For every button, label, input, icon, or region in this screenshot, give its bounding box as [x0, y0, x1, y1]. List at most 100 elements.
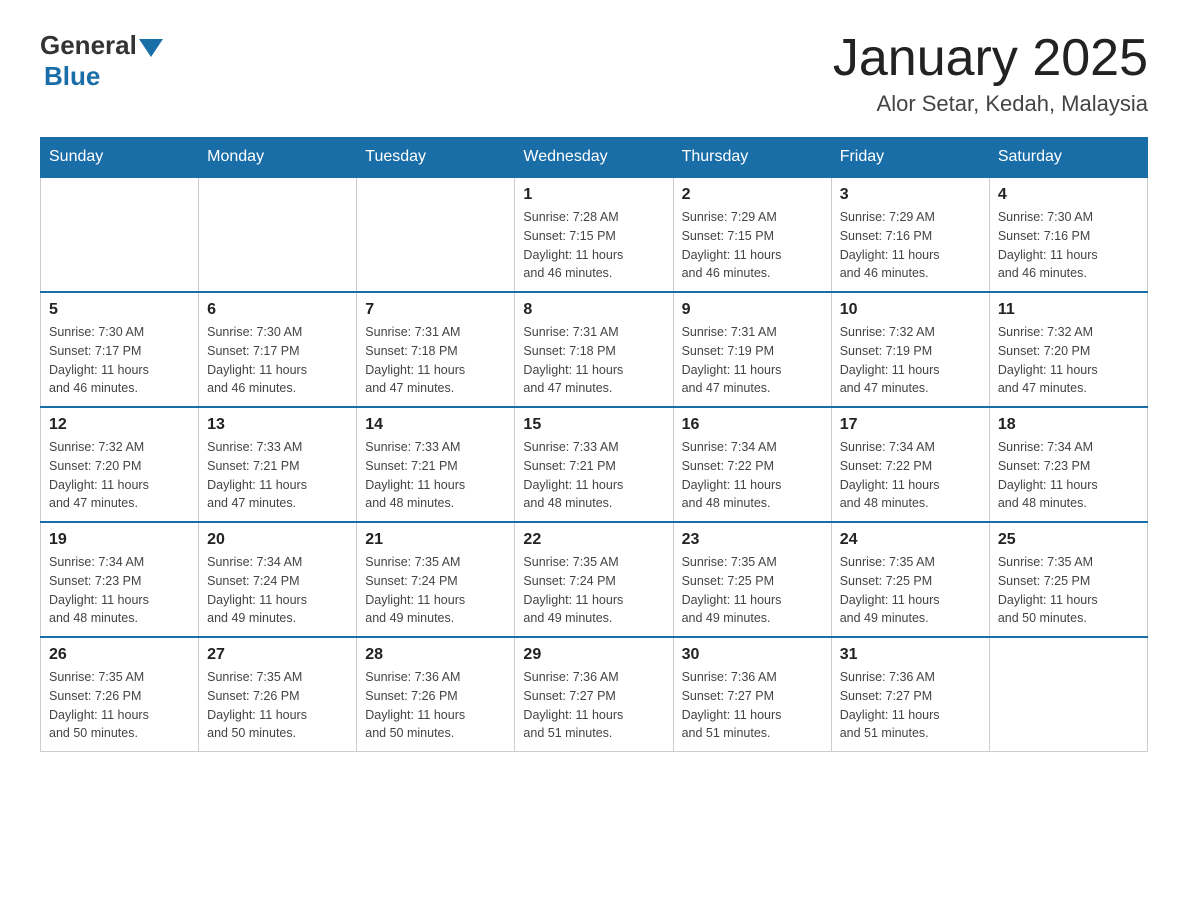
calendar-cell: 10 Sunrise: 7:32 AM Sunset: 7:19 PM Dayli… — [831, 292, 989, 407]
day-info: Sunrise: 7:35 AM Sunset: 7:26 PM Dayligh… — [49, 668, 190, 743]
day-info: Sunrise: 7:32 AM Sunset: 7:19 PM Dayligh… — [840, 323, 981, 398]
calendar-cell: 18Sunrise: 7:34 AM Sunset: 7:23 PM Dayli… — [989, 407, 1147, 522]
day-info: Sunrise: 7:35 AM Sunset: 7:25 PM Dayligh… — [840, 553, 981, 628]
calendar-cell: 28 Sunrise: 7:36 AM Sunset: 7:26 PM Dayli… — [357, 637, 515, 752]
calendar-cell: 22 Sunrise: 7:35 AM Sunset: 7:24 PM Dayli… — [515, 522, 673, 637]
calendar-cell: 5Sunrise: 7:30 AM Sunset: 7:17 PM Daylig… — [41, 292, 199, 407]
calendar-cell: 1 Sunrise: 7:28 AM Sunset: 7:15 PM Daylig… — [515, 177, 673, 292]
location-text: Alor Setar, Kedah, Malaysia — [833, 91, 1148, 117]
day-info: Sunrise: 7:36 AM Sunset: 7:26 PM Dayligh… — [365, 668, 506, 743]
day-number: 15 — [523, 416, 664, 434]
calendar-cell: 3Sunrise: 7:29 AM Sunset: 7:16 PM Daylig… — [831, 177, 989, 292]
calendar-cell: 19Sunrise: 7:34 AM Sunset: 7:23 PM Dayli… — [41, 522, 199, 637]
day-info: Sunrise: 7:31 AM Sunset: 7:18 PM Dayligh… — [523, 323, 664, 398]
calendar-table: SundayMondayTuesdayWednesdayThursdayFrid… — [40, 137, 1148, 752]
calendar-cell — [41, 177, 199, 292]
logo-blue-text: Blue — [44, 61, 100, 92]
weekday-header-sunday: Sunday — [41, 138, 199, 178]
calendar-cell: 14Sunrise: 7:33 AM Sunset: 7:21 PM Dayli… — [357, 407, 515, 522]
calendar-cell: 9 Sunrise: 7:31 AM Sunset: 7:19 PM Daylig… — [673, 292, 831, 407]
day-number: 7 — [365, 301, 506, 319]
calendar-cell — [199, 177, 357, 292]
day-info: Sunrise: 7:33 AM Sunset: 7:21 PM Dayligh… — [523, 438, 664, 513]
calendar-cell: 6 Sunrise: 7:30 AM Sunset: 7:17 PM Daylig… — [199, 292, 357, 407]
day-info: Sunrise: 7:33 AM Sunset: 7:21 PM Dayligh… — [207, 438, 348, 513]
day-info: Sunrise: 7:29 AM Sunset: 7:15 PM Dayligh… — [682, 208, 823, 283]
calendar-cell: 15 Sunrise: 7:33 AM Sunset: 7:21 PM Dayli… — [515, 407, 673, 522]
day-info: Sunrise: 7:34 AM Sunset: 7:24 PM Dayligh… — [207, 553, 348, 628]
day-info: Sunrise: 7:35 AM Sunset: 7:24 PM Dayligh… — [365, 553, 506, 628]
page-header: General Blue January 2025 Alor Setar, Ke… — [40, 30, 1148, 117]
day-number: 22 — [523, 531, 664, 549]
calendar-cell: 20Sunrise: 7:34 AM Sunset: 7:24 PM Dayli… — [199, 522, 357, 637]
month-title: January 2025 — [833, 30, 1148, 87]
day-info: Sunrise: 7:35 AM Sunset: 7:24 PM Dayligh… — [523, 553, 664, 628]
day-info: Sunrise: 7:29 AM Sunset: 7:16 PM Dayligh… — [840, 208, 981, 283]
day-number: 8 — [523, 301, 664, 319]
weekday-header-row: SundayMondayTuesdayWednesdayThursdayFrid… — [41, 138, 1148, 178]
logo-general-text: General — [40, 30, 137, 61]
calendar-cell: 8 Sunrise: 7:31 AM Sunset: 7:18 PM Daylig… — [515, 292, 673, 407]
weekday-header-wednesday: Wednesday — [515, 138, 673, 178]
day-number: 10 — [840, 301, 981, 319]
calendar-cell: 11Sunrise: 7:32 AM Sunset: 7:20 PM Dayli… — [989, 292, 1147, 407]
calendar-cell: 31Sunrise: 7:36 AM Sunset: 7:27 PM Dayli… — [831, 637, 989, 752]
day-info: Sunrise: 7:34 AM Sunset: 7:22 PM Dayligh… — [682, 438, 823, 513]
day-number: 28 — [365, 646, 506, 664]
day-number: 18 — [998, 416, 1139, 434]
day-info: Sunrise: 7:35 AM Sunset: 7:26 PM Dayligh… — [207, 668, 348, 743]
calendar-cell: 2 Sunrise: 7:29 AM Sunset: 7:15 PM Daylig… — [673, 177, 831, 292]
weekday-header-tuesday: Tuesday — [357, 138, 515, 178]
calendar-cell: 7 Sunrise: 7:31 AM Sunset: 7:18 PM Daylig… — [357, 292, 515, 407]
calendar-cell: 25 Sunrise: 7:35 AM Sunset: 7:25 PM Dayli… — [989, 522, 1147, 637]
day-info: Sunrise: 7:32 AM Sunset: 7:20 PM Dayligh… — [998, 323, 1139, 398]
day-info: Sunrise: 7:31 AM Sunset: 7:18 PM Dayligh… — [365, 323, 506, 398]
day-info: Sunrise: 7:34 AM Sunset: 7:22 PM Dayligh… — [840, 438, 981, 513]
title-section: January 2025 Alor Setar, Kedah, Malaysia — [833, 30, 1148, 117]
day-number: 27 — [207, 646, 348, 664]
weekday-header-monday: Monday — [199, 138, 357, 178]
day-info: Sunrise: 7:33 AM Sunset: 7:21 PM Dayligh… — [365, 438, 506, 513]
calendar-cell: 30Sunrise: 7:36 AM Sunset: 7:27 PM Dayli… — [673, 637, 831, 752]
calendar-cell: 21 Sunrise: 7:35 AM Sunset: 7:24 PM Dayli… — [357, 522, 515, 637]
day-number: 12 — [49, 416, 190, 434]
calendar-cell: 17Sunrise: 7:34 AM Sunset: 7:22 PM Dayli… — [831, 407, 989, 522]
calendar-cell: 12 Sunrise: 7:32 AM Sunset: 7:20 PM Dayli… — [41, 407, 199, 522]
calendar-week-2: 5 Sunrise: 7:30 AM Sunset: 7:17 PM Daylig… — [41, 292, 1148, 407]
day-number: 24 — [840, 531, 981, 549]
day-number: 21 — [365, 531, 506, 549]
day-info: Sunrise: 7:30 AM Sunset: 7:17 PM Dayligh… — [207, 323, 348, 398]
day-number: 5 — [49, 301, 190, 319]
day-number: 13 — [207, 416, 348, 434]
day-info: Sunrise: 7:36 AM Sunset: 7:27 PM Dayligh… — [840, 668, 981, 743]
day-number: 9 — [682, 301, 823, 319]
day-info: Sunrise: 7:32 AM Sunset: 7:20 PM Dayligh… — [49, 438, 190, 513]
day-info: Sunrise: 7:36 AM Sunset: 7:27 PM Dayligh… — [523, 668, 664, 743]
day-number: 6 — [207, 301, 348, 319]
calendar-cell — [989, 637, 1147, 752]
calendar-week-4: 19Sunrise: 7:34 AM Sunset: 7:23 PM Dayli… — [41, 522, 1148, 637]
weekday-header-thursday: Thursday — [673, 138, 831, 178]
calendar-week-1: 1 Sunrise: 7:28 AM Sunset: 7:15 PM Daylig… — [41, 177, 1148, 292]
day-info: Sunrise: 7:28 AM Sunset: 7:15 PM Dayligh… — [523, 208, 664, 283]
day-number: 25 — [998, 531, 1139, 549]
calendar-cell: 16 Sunrise: 7:34 AM Sunset: 7:22 PM Dayli… — [673, 407, 831, 522]
day-info: Sunrise: 7:35 AM Sunset: 7:25 PM Dayligh… — [998, 553, 1139, 628]
calendar-cell: 27 Sunrise: 7:35 AM Sunset: 7:26 PM Dayli… — [199, 637, 357, 752]
day-number: 16 — [682, 416, 823, 434]
calendar-cell — [357, 177, 515, 292]
calendar-cell: 23 Sunrise: 7:35 AM Sunset: 7:25 PM Dayli… — [673, 522, 831, 637]
weekday-header-saturday: Saturday — [989, 138, 1147, 178]
weekday-header-friday: Friday — [831, 138, 989, 178]
day-info: Sunrise: 7:31 AM Sunset: 7:19 PM Dayligh… — [682, 323, 823, 398]
day-number: 23 — [682, 531, 823, 549]
day-number: 4 — [998, 186, 1139, 204]
calendar-cell: 24 Sunrise: 7:35 AM Sunset: 7:25 PM Dayli… — [831, 522, 989, 637]
day-number: 1 — [523, 186, 664, 204]
day-number: 2 — [682, 186, 823, 204]
day-info: Sunrise: 7:35 AM Sunset: 7:25 PM Dayligh… — [682, 553, 823, 628]
calendar-week-3: 12 Sunrise: 7:32 AM Sunset: 7:20 PM Dayli… — [41, 407, 1148, 522]
calendar-cell: 29Sunrise: 7:36 AM Sunset: 7:27 PM Dayli… — [515, 637, 673, 752]
calendar-cell: 13 Sunrise: 7:33 AM Sunset: 7:21 PM Dayli… — [199, 407, 357, 522]
day-number: 19 — [49, 531, 190, 549]
